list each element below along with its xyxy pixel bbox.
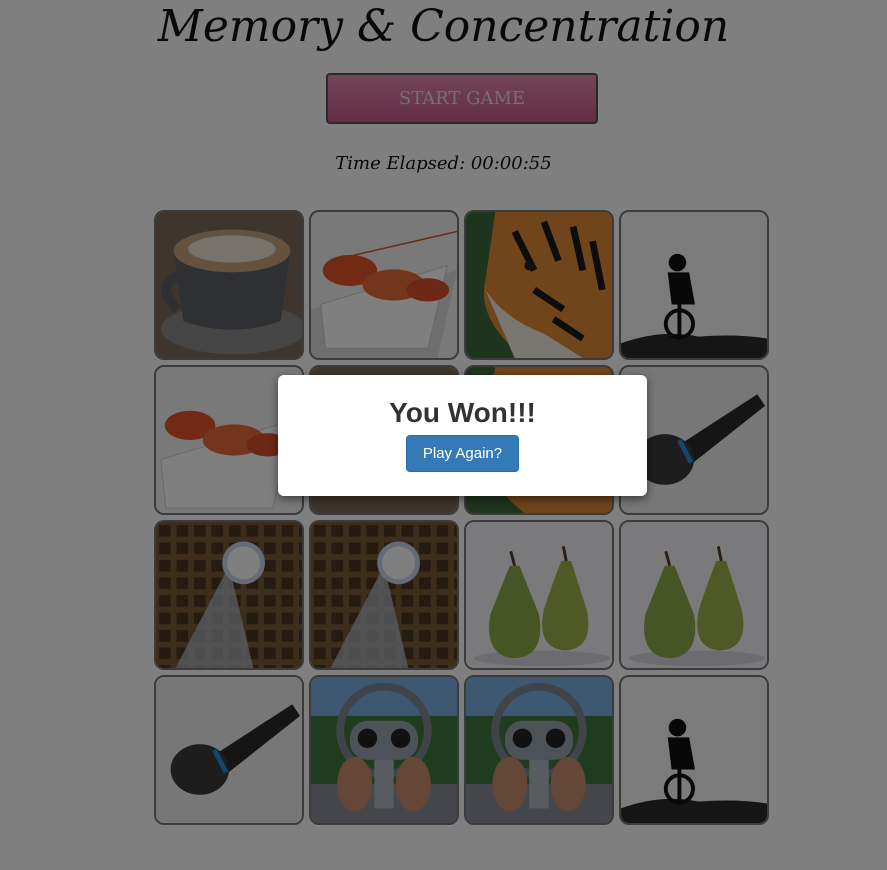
win-message: You Won!!! bbox=[389, 397, 536, 428]
win-modal: You Won!!! Play Again? bbox=[278, 375, 647, 496]
play-again-button[interactable]: Play Again? bbox=[405, 435, 520, 472]
